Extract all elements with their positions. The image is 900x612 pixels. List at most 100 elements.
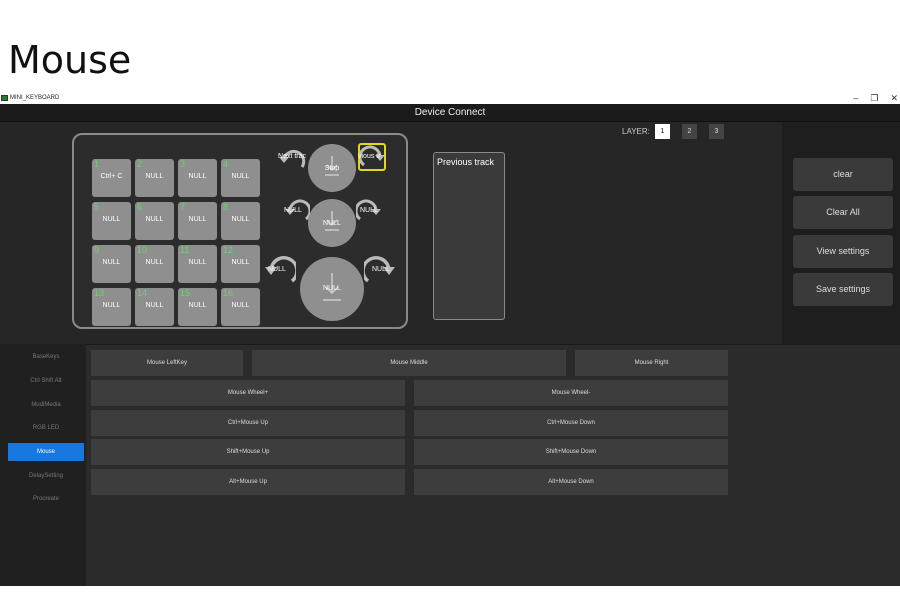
title-bar: MINI_KEYBOARD – ❐ ✕ (0, 92, 900, 104)
key-label: NULL (102, 302, 121, 309)
key-number: 10 (137, 245, 148, 255)
view-settings-button[interactable]: View settings (793, 235, 893, 268)
key-2[interactable]: 2 NULL (135, 159, 174, 197)
key-label: NULL (188, 173, 207, 180)
app-icon (1, 95, 8, 101)
key-number: 7 (180, 202, 186, 212)
key-5[interactable]: 5 NULL (92, 202, 131, 240)
nav-ctrl-shift-alt[interactable]: Ctrl Shift Alt (8, 372, 84, 390)
mouse-wheel-up-button[interactable]: Mouse Wheel+ (91, 380, 405, 406)
save-settings-button[interactable]: Save settings (793, 273, 893, 306)
key-label: NULL (188, 259, 207, 266)
mouse-wheel-down-button[interactable]: Mouse Wheel- (414, 380, 728, 406)
key-3[interactable]: 3 NULL (178, 159, 217, 197)
knob-1-right-label[interactable]: vious tr (358, 153, 386, 160)
alt-mouse-up-button[interactable]: Alt+Mouse Up (91, 469, 405, 495)
page-heading: Mouse (8, 38, 132, 82)
key-6[interactable]: 6 NULL (135, 202, 174, 240)
key-label: NULL (102, 216, 121, 223)
key-16[interactable]: 16 NULL (221, 288, 260, 326)
app-window: MINI_KEYBOARD – ❐ ✕ Device Connect LAYER… (0, 92, 900, 586)
key-number: 11 (180, 245, 190, 255)
knob-2-left-label[interactable]: NULL (284, 207, 302, 214)
sidebar: BaseKeys Ctrl Shift Alt MudiMedia RGB LE… (0, 344, 86, 586)
layer-label: LAYER: (622, 127, 650, 136)
shift-mouse-up-button[interactable]: Shift+Mouse Up (91, 439, 405, 465)
key-number: 5 (94, 202, 100, 212)
key-10[interactable]: 10 NULL (135, 245, 174, 283)
key-number: 12 (223, 245, 234, 255)
key-9[interactable]: 9 NULL (92, 245, 131, 283)
nav-mudimedia[interactable]: MudiMedia (8, 396, 84, 414)
knob-3-left-label[interactable]: NULL (268, 266, 286, 273)
key-label: NULL (145, 173, 164, 180)
clear-button[interactable]: clear (793, 158, 893, 191)
key-label: NULL (231, 259, 250, 266)
app-title: MINI_KEYBOARD (10, 95, 60, 101)
key-7[interactable]: 7 NULL (178, 202, 217, 240)
knob-2-right-label[interactable]: NULL (360, 207, 378, 214)
key-label: NULL (145, 216, 164, 223)
key-number: 13 (94, 288, 105, 298)
key-15[interactable]: 15 NULL (178, 288, 217, 326)
nav-basekeys[interactable]: BaseKeys (8, 348, 84, 366)
key-number: 3 (180, 159, 186, 169)
nav-delaysetting[interactable]: DelaySetting (8, 467, 84, 485)
mouse-options: Mouse LeftKey Mouse Middle Mouse Right M… (86, 344, 900, 586)
key-number: 1 (94, 159, 100, 169)
nav-procreate[interactable]: Procreate (8, 490, 84, 508)
key-label: NULL (188, 216, 207, 223)
key-11[interactable]: 11 NULL (178, 245, 217, 283)
key-number: 14 (137, 288, 148, 298)
knob-3-center-label: NULL (323, 285, 341, 292)
key-number: 6 (137, 202, 143, 212)
ctrl-mouse-up-button[interactable]: Ctrl+Mouse Up (91, 410, 405, 436)
mouse-right-button[interactable]: Mouse Right (575, 350, 728, 376)
key-label: NULL (231, 216, 250, 223)
key-8[interactable]: 8 NULL (221, 202, 260, 240)
key-14[interactable]: 14 NULL (135, 288, 174, 326)
knob-3[interactable]: NULL (300, 257, 364, 321)
keypad-area: LAYER: 1 2 3 1 Ctrl+ C 2 NULL 3 NULL 4 NULL … (0, 122, 782, 344)
knob-1-center-label: Stop (324, 165, 340, 172)
mouse-middle-button[interactable]: Mouse Middle (252, 350, 566, 376)
knob-2[interactable]: NULL (308, 199, 356, 247)
alt-mouse-down-button[interactable]: Alt+Mouse Down (414, 469, 728, 495)
knob-1[interactable]: Stop (308, 144, 356, 192)
key-label: NULL (102, 259, 121, 266)
restore-icon[interactable]: ❐ (870, 93, 878, 104)
knob-1-left-label[interactable]: Next trac (278, 153, 310, 160)
knob-2-center-label: NULL (323, 220, 341, 227)
key-number: 4 (223, 159, 229, 169)
layer-button-2[interactable]: 2 (682, 124, 697, 139)
action-panel: clear Clear All View settings Save setti… (782, 122, 900, 344)
knob-3-right-label[interactable]: NULL (372, 266, 390, 273)
keypad-device: 1 Ctrl+ C 2 NULL 3 NULL 4 NULL 5 NULL 6 NULL 7… (72, 133, 408, 329)
key-4[interactable]: 4 NULL (221, 159, 260, 197)
key-number: 15 (180, 288, 191, 298)
device-status: Device Connect (0, 104, 900, 122)
mouse-leftkey-button[interactable]: Mouse LeftKey (91, 350, 243, 376)
key-label: NULL (145, 259, 164, 266)
layer-button-1[interactable]: 1 (655, 124, 670, 139)
ctrl-mouse-down-button[interactable]: Ctrl+Mouse Down (414, 410, 728, 436)
key-number: 8 (223, 202, 229, 212)
key-number: 9 (94, 245, 100, 255)
key-label: NULL (231, 302, 250, 309)
nav-rgb-led[interactable]: RGB LED (8, 419, 84, 437)
shift-mouse-down-button[interactable]: Shift+Mouse Down (414, 439, 728, 465)
layer-button-3[interactable]: 3 (709, 124, 724, 139)
mapping-preview: Previous track (433, 152, 505, 320)
key-label: NULL (188, 302, 207, 309)
nav-mouse[interactable]: Mouse (8, 443, 84, 461)
key-12[interactable]: 12 NULL (221, 245, 260, 283)
key-1[interactable]: 1 Ctrl+ C (92, 159, 131, 197)
minimize-icon[interactable]: – (853, 93, 858, 104)
clear-all-button[interactable]: Clear All (793, 196, 893, 229)
key-number: 2 (137, 159, 143, 169)
key-label: NULL (145, 302, 164, 309)
key-13[interactable]: 13 NULL (92, 288, 131, 326)
close-icon[interactable]: ✕ (890, 93, 898, 104)
key-label: NULL (231, 173, 250, 180)
key-label: Ctrl+ C (100, 173, 123, 180)
